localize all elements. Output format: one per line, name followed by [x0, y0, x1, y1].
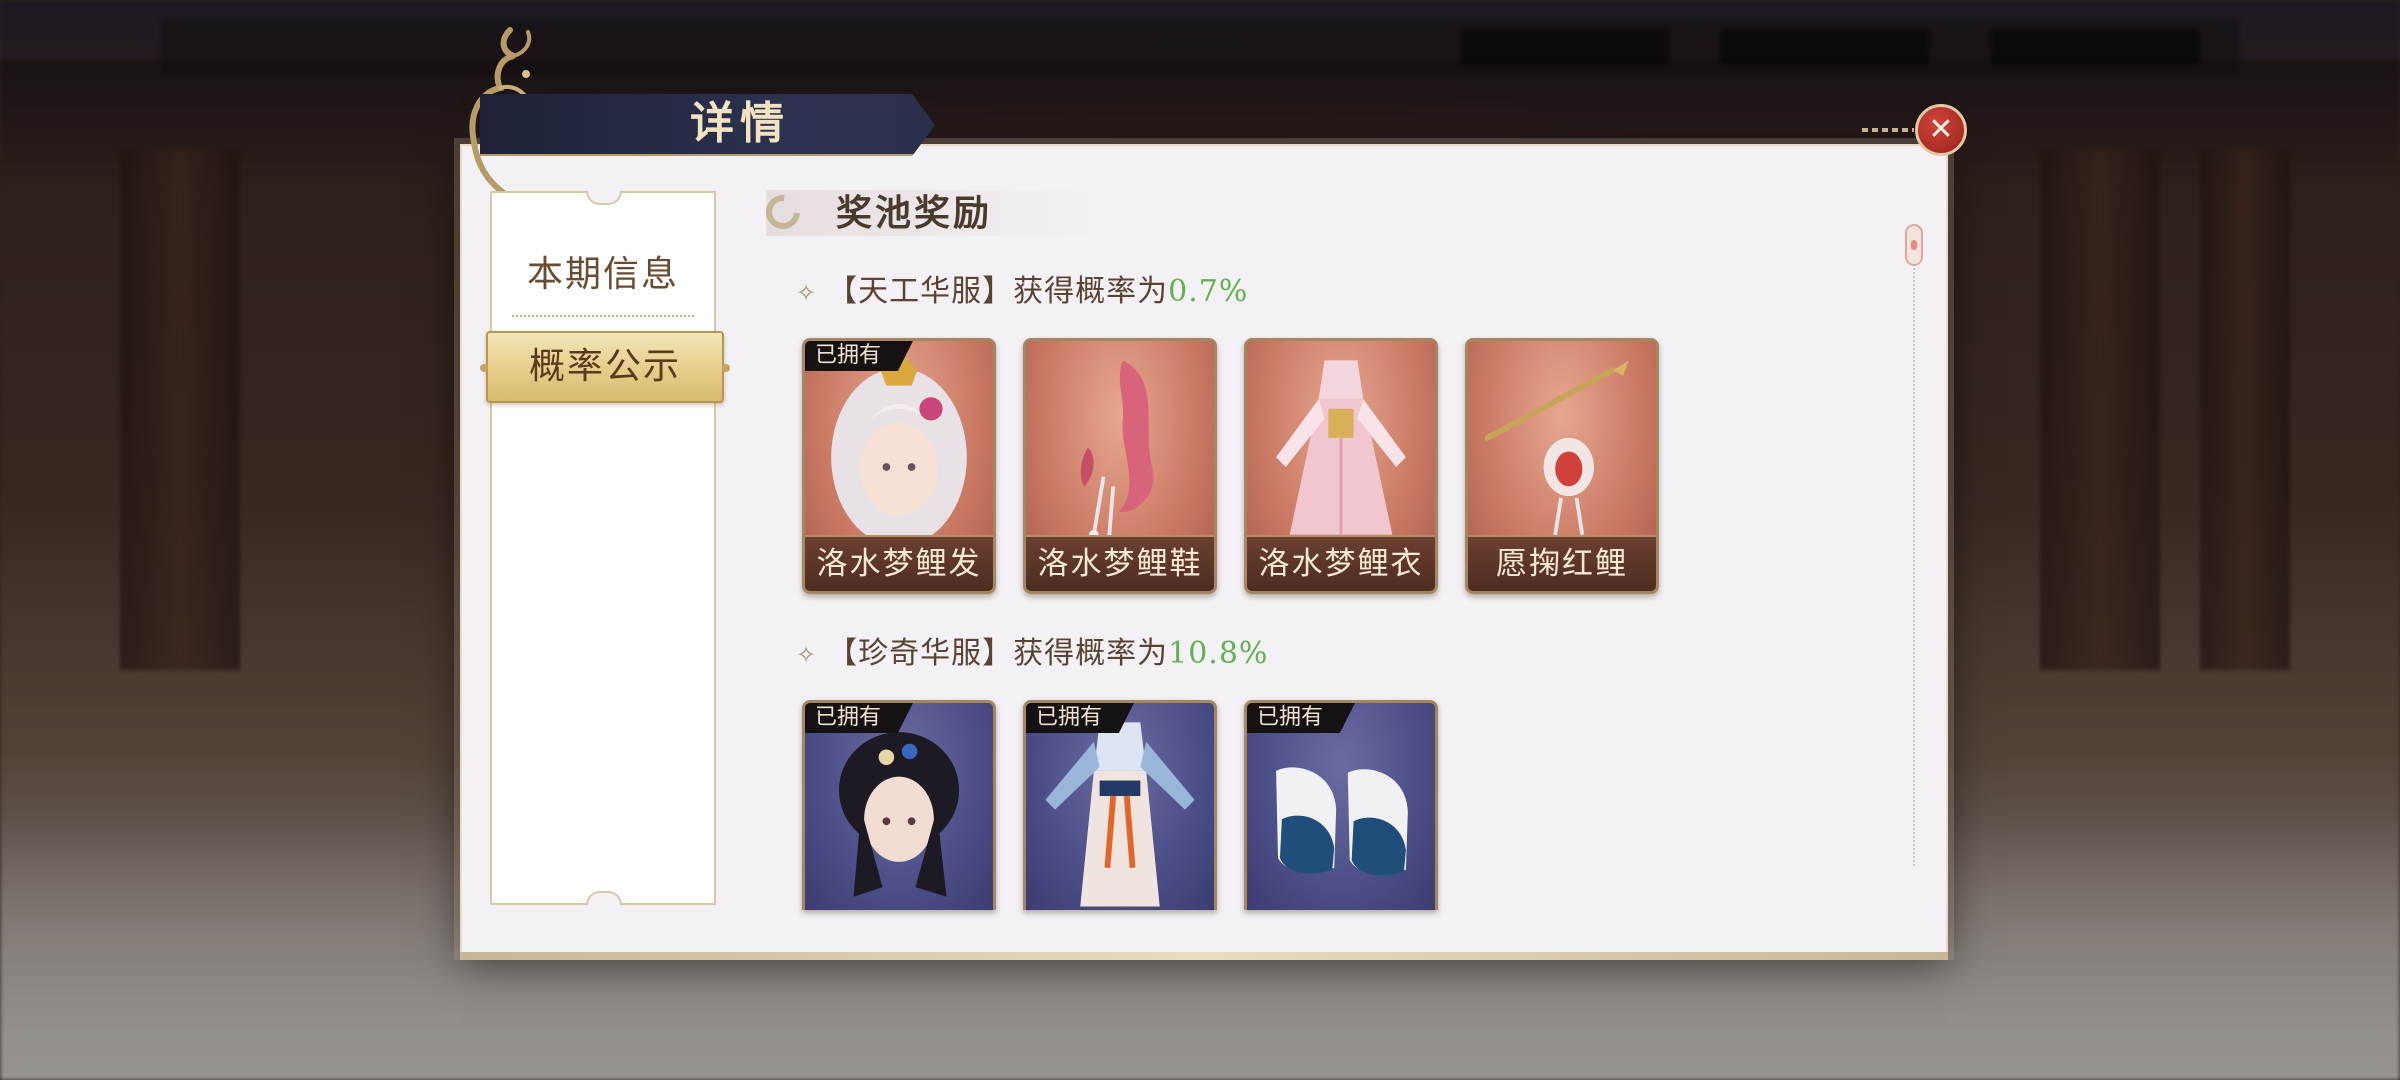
scrollbar-thumb[interactable] — [1905, 224, 1923, 266]
shoes-icon — [1276, 767, 1408, 876]
owned-badge: 已拥有 — [805, 341, 913, 371]
nav-item-probability[interactable]: 概率公示 — [480, 331, 730, 403]
dress-icon — [1045, 722, 1195, 907]
reward-card-dress[interactable]: 洛水梦鲤衣 — [1244, 338, 1438, 594]
close-button[interactable]: ✕ — [1915, 104, 1967, 156]
reward-card-shoes-rare[interactable]: 已拥有 — [1244, 700, 1438, 910]
reward-card-hair[interactable]: 已拥有 洛水梦鲤发 — [802, 338, 996, 594]
owned-badge: 已拥有 — [1026, 703, 1134, 733]
item-label: 洛水梦鲤衣 — [1247, 535, 1435, 591]
close-button-dots — [1862, 128, 1914, 132]
item-label: 洛水梦鲤发 — [805, 535, 993, 591]
section-title: 奖池奖励 — [836, 192, 993, 234]
rate-value: 10.8% — [1168, 636, 1269, 671]
reward-card-accessory[interactable]: 愿掬红鲤 — [1465, 338, 1659, 594]
sparkle-icon: ✧ — [796, 279, 818, 307]
close-icon: ✕ — [1928, 112, 1954, 147]
owned-badge: 已拥有 — [1247, 703, 1355, 733]
reward-card-hair-rare[interactable]: 已拥有 — [802, 700, 996, 910]
reward-card-dress-rare[interactable]: 已拥有 — [1023, 700, 1217, 910]
rate-value: 0.7% — [1168, 274, 1249, 309]
item-label: 愿掬红鲤 — [1468, 535, 1656, 591]
side-nav: 本期信息 概率公示 — [480, 191, 730, 905]
dialog-title: 详情 — [690, 98, 790, 149]
reward-card-shoes[interactable]: 洛水梦鲤鞋 — [1023, 338, 1217, 594]
group-name: 珍奇华服 — [858, 636, 983, 671]
group-name: 天工华服 — [858, 274, 983, 309]
owned-badge: 已拥有 — [805, 703, 913, 733]
sparkle-icon: ✧ — [796, 641, 818, 669]
rate-line-tiangong: ✧ 【天工华服】获得概率为0.7% — [796, 274, 1249, 309]
rate-line-zhenqi: ✧ 【珍奇华服】获得概率为10.8% — [796, 636, 1269, 671]
nav-divider — [512, 315, 694, 317]
crescent-icon — [759, 188, 807, 236]
item-label: 洛水梦鲤鞋 — [1026, 535, 1214, 591]
nav-item-current-info[interactable]: 本期信息 — [492, 245, 714, 305]
scrollbar-track[interactable] — [1913, 256, 1915, 866]
hair-icon — [838, 732, 960, 897]
